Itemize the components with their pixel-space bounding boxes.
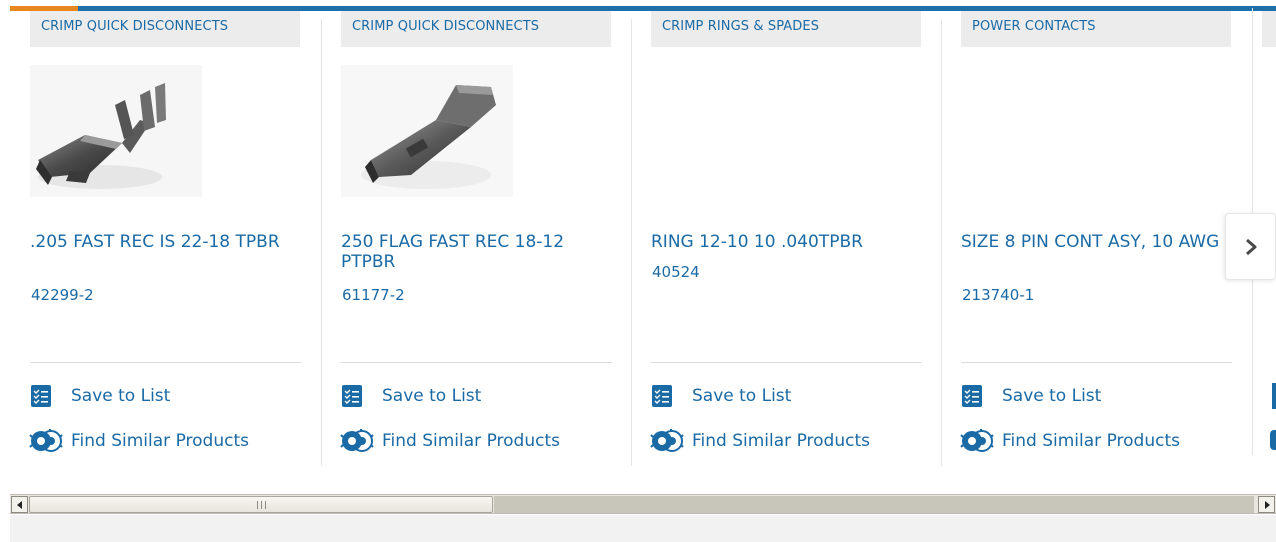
category-tag[interactable]: POWER CONTACTS bbox=[961, 11, 1231, 47]
category-tag[interactable]: CRIMP QUICK DISCONNECTS bbox=[341, 11, 611, 47]
card-separator bbox=[30, 362, 301, 363]
category-tag[interactable]: CRIMP RINGS & SPADES bbox=[651, 11, 921, 47]
checklist-icon bbox=[962, 385, 982, 407]
arrow-right-icon bbox=[1264, 500, 1270, 509]
checklist-icon bbox=[652, 385, 672, 407]
similar-products-icon bbox=[960, 429, 996, 453]
product-image[interactable] bbox=[961, 65, 1133, 197]
product-carousel-page: CRIMP QUICK DISCONNECTS .205 FAST REC IS… bbox=[0, 0, 1276, 542]
save-to-list-label: Save to List bbox=[382, 386, 482, 406]
similar-products-icon bbox=[29, 429, 65, 453]
scroll-left-button[interactable] bbox=[11, 496, 28, 513]
part-number-link[interactable]: 40524 bbox=[652, 263, 700, 281]
scrollbar-thumb[interactable] bbox=[29, 496, 493, 513]
product-card: POWER CONTACTS SIZE 8 PIN CONT ASY, 10 A… bbox=[941, 11, 1251, 466]
scroll-right-button[interactable] bbox=[1258, 496, 1275, 513]
similar-products-icon bbox=[650, 429, 686, 453]
save-to-list-label: Save to List bbox=[71, 386, 171, 406]
card-separator bbox=[961, 362, 1232, 363]
save-to-list-button[interactable]: Save to List bbox=[342, 385, 481, 407]
part-number-link[interactable]: 61177-2 bbox=[342, 286, 405, 304]
product-carousel: CRIMP QUICK DISCONNECTS .205 FAST REC IS… bbox=[10, 11, 1276, 481]
save-to-list-label: Save to List bbox=[692, 386, 792, 406]
find-similar-label: Find Similar Products bbox=[1002, 431, 1180, 451]
part-number-link[interactable]: 42299-2 bbox=[31, 286, 94, 304]
carousel-next-button[interactable] bbox=[1225, 213, 1276, 280]
find-similar-button[interactable]: Find Similar Products bbox=[29, 429, 249, 453]
product-title-link[interactable]: SIZE 8 PIN CONT ASY, 10 AWG bbox=[961, 232, 1233, 252]
category-tag[interactable]: CRIMP QUICK DISCONNECTS bbox=[30, 11, 300, 47]
card-separator bbox=[651, 362, 922, 363]
find-similar-button[interactable]: Find Similar Products bbox=[960, 429, 1180, 453]
save-to-list-label: Save to List bbox=[1002, 386, 1102, 406]
product-image[interactable] bbox=[651, 65, 823, 197]
crimp-receptacle-image bbox=[30, 65, 202, 197]
scrollbar-grip bbox=[257, 501, 266, 509]
save-to-list-button[interactable]: Save to List bbox=[652, 385, 791, 407]
similar-products-icon bbox=[340, 429, 376, 453]
find-similar-label: Find Similar Products bbox=[692, 431, 870, 451]
product-title-link[interactable]: .205 FAST REC IS 22-18 TPBR bbox=[30, 232, 302, 252]
card-separator bbox=[341, 362, 612, 363]
product-card: CRIMP QUICK DISCONNECTS bbox=[321, 11, 631, 466]
partial-similar-icon bbox=[1270, 430, 1276, 450]
product-image[interactable] bbox=[341, 65, 513, 197]
find-similar-label: Find Similar Products bbox=[71, 431, 249, 451]
horizontal-scrollbar[interactable] bbox=[10, 494, 1276, 514]
find-similar-button[interactable]: Find Similar Products bbox=[340, 429, 560, 453]
save-to-list-button[interactable]: Save to List bbox=[962, 385, 1101, 407]
product-title-link[interactable]: 250 FLAG FAST REC 18-12 PTPBR bbox=[341, 232, 613, 272]
save-to-list-button[interactable]: Save to List bbox=[31, 385, 170, 407]
product-card: CRIMP RINGS & SPADES RING 12-10 10 .040T… bbox=[631, 11, 941, 466]
chevron-right-icon bbox=[1245, 238, 1256, 255]
find-similar-button[interactable]: Find Similar Products bbox=[650, 429, 870, 453]
product-image[interactable] bbox=[30, 65, 202, 197]
product-title-link[interactable]: RING 12-10 10 .040TPBR bbox=[651, 232, 923, 252]
partial-save-icon bbox=[1272, 383, 1276, 409]
product-card: CRIMP QUICK DISCONNECTS bbox=[10, 11, 320, 466]
partial-category-tag bbox=[1262, 11, 1276, 47]
arrow-left-icon bbox=[16, 500, 22, 509]
page-footer-area bbox=[10, 515, 1276, 542]
flag-receptacle-image bbox=[341, 65, 513, 197]
part-number-link[interactable]: 213740-1 bbox=[962, 286, 1034, 304]
checklist-icon bbox=[342, 385, 362, 407]
checklist-icon bbox=[31, 385, 51, 407]
scrollbar-track[interactable] bbox=[494, 496, 1254, 513]
find-similar-label: Find Similar Products bbox=[382, 431, 560, 451]
